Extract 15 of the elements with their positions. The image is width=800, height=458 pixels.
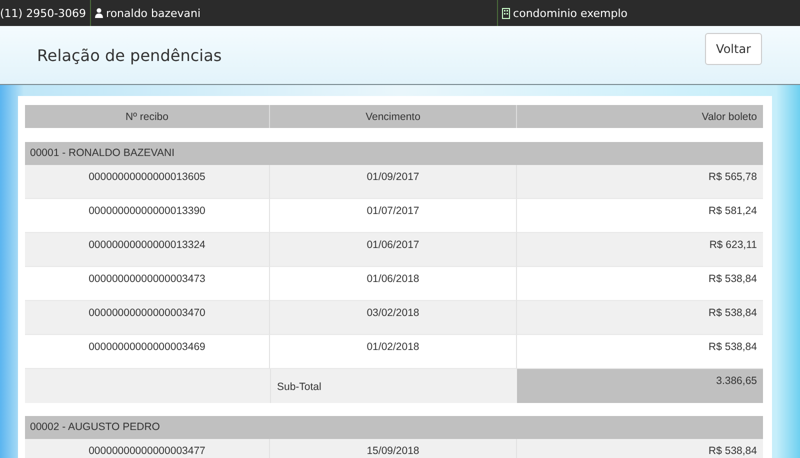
column-header: Nº recibo xyxy=(25,105,270,128)
condominium-name: condominio exemplo xyxy=(513,6,628,20)
subtotal-cell: 3.386,65 xyxy=(517,369,763,403)
building-icon xyxy=(502,8,510,18)
user-icon xyxy=(95,8,104,18)
page-title: Relação de pendências xyxy=(37,46,222,64)
column-header: Valor boleto xyxy=(700,110,758,124)
user-name: ronaldo bazevani xyxy=(106,6,201,20)
group-header: 00001 - RONALDO BAZEVANI xyxy=(25,142,763,165)
table-cell: 15/09/2018 xyxy=(270,439,517,458)
column-header: Vencimento xyxy=(270,105,517,128)
back-button[interactable]: Voltar xyxy=(705,33,762,65)
group-header: 00002 - AUGUSTO PEDRO xyxy=(25,416,763,439)
table-cell: 00000000000000003477 xyxy=(25,439,270,458)
table-cell: R$ 538,84 xyxy=(517,439,763,458)
